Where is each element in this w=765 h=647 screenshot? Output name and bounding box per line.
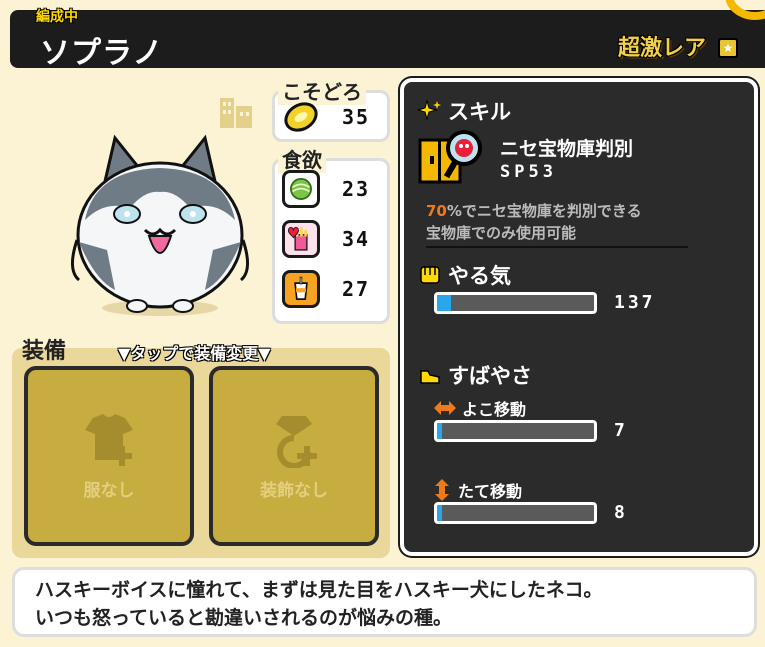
- shirt-plus-icon: [85, 413, 133, 466]
- equipment-hint: ▼タップで装備変更▼: [118, 344, 271, 363]
- accessory-slot-button[interactable]: 装飾なし: [209, 366, 379, 546]
- shoe-icon: [420, 370, 440, 384]
- heart-fries-icon: [282, 220, 320, 258]
- horizontal-move-label: よこ移動: [462, 400, 527, 419]
- skill-desc-line2: 宝物庫でのみ使用可能: [426, 224, 577, 242]
- gold-coin-icon: [284, 102, 318, 132]
- horizontal-move-label-row: よこ移動: [434, 396, 526, 420]
- vertical-move-bar: [434, 502, 597, 524]
- appetite-title: 食欲: [278, 144, 326, 173]
- appetite-fries-value: 34: [342, 227, 371, 251]
- description-line-2: いつも怒っていると勘違いされるのが悩みの種。: [35, 607, 453, 629]
- skill-description: 70%でニセ宝物庫を判別できる 宝物庫でのみ使用可能: [426, 200, 642, 244]
- skill-name: ニセ宝物庫判別: [500, 138, 634, 160]
- skill-percent: 70: [426, 202, 447, 220]
- skill-heading-label: スキル: [448, 100, 511, 124]
- horizontal-move-bar-fill: [437, 423, 442, 439]
- gem-plus-icon: [276, 415, 317, 468]
- clothing-slot-button[interactable]: 服なし: [24, 366, 194, 546]
- appetite-row: 27: [282, 270, 370, 308]
- rarity-star-icon: ★: [718, 38, 738, 58]
- unit-description: ハスキーボイスに憧れて、まずは見た目をハスキー犬にしたネコ。 いつも怒っていると…: [12, 567, 757, 637]
- horizontal-move-value: 7: [614, 420, 628, 441]
- husky-cat-character[interactable]: [65, 130, 255, 320]
- motivation-value: 137: [614, 292, 656, 313]
- accessory-slot-label: 装飾なし: [260, 480, 328, 501]
- motivation-heading: やる気: [418, 260, 511, 290]
- vertical-move-value: 8: [614, 502, 628, 523]
- speed-heading: すばやさ: [418, 360, 532, 390]
- appetite-row: 23: [282, 170, 370, 208]
- skill-desc-line1: %でニセ宝物庫を判別できる: [446, 202, 642, 220]
- horizontal-move-bar: [434, 420, 597, 442]
- clothing-slot-label: 服なし: [83, 480, 135, 501]
- vertical-move-label: たて移動: [458, 482, 523, 501]
- stealth-row: 35: [282, 98, 370, 136]
- skill-heading: スキル: [418, 96, 511, 126]
- equipment-title: 装備: [22, 339, 67, 364]
- skill-stats-panel: スキル ニセ宝物庫判別 SP53 70%でニセ宝物庫を判別できる 宝物庫でのみ使…: [400, 78, 758, 556]
- rarity-label: 超激レア: [617, 36, 706, 61]
- motivation-bar: [434, 292, 597, 314]
- divider: [426, 246, 688, 248]
- fist-icon: [420, 266, 440, 284]
- unit-header: 編成中 ソプラノ 超激レア ★: [10, 9, 765, 71]
- lettuce-food-icon: [282, 170, 320, 208]
- stealth-value: 35: [342, 105, 371, 129]
- status-tag: 編成中: [36, 9, 78, 25]
- skill-sp: SP53: [500, 162, 557, 182]
- motivation-bar-fill: [437, 295, 452, 311]
- sparkle-icon: [418, 99, 441, 121]
- vertical-arrow-icon: [435, 479, 449, 501]
- speed-heading-label: すばやさ: [448, 364, 532, 388]
- description-line-1: ハスキーボイスに憧れて、まずは見た目をハスキー犬にしたネコ。: [35, 579, 603, 601]
- vertical-move-label-row: たて移動: [434, 478, 522, 502]
- drink-cup-icon: [282, 270, 320, 308]
- treasure-detect-icon: [418, 130, 482, 184]
- horizontal-arrow-icon: [434, 401, 456, 415]
- appetite-drink-value: 27: [342, 277, 371, 301]
- appetite-lettuce-value: 23: [342, 177, 371, 201]
- motivation-heading-label: やる気: [448, 264, 511, 288]
- vertical-move-bar-fill: [437, 505, 442, 521]
- building-icon: [220, 98, 252, 128]
- unit-name: ソプラノ: [40, 36, 164, 71]
- appetite-row: 34: [282, 220, 370, 258]
